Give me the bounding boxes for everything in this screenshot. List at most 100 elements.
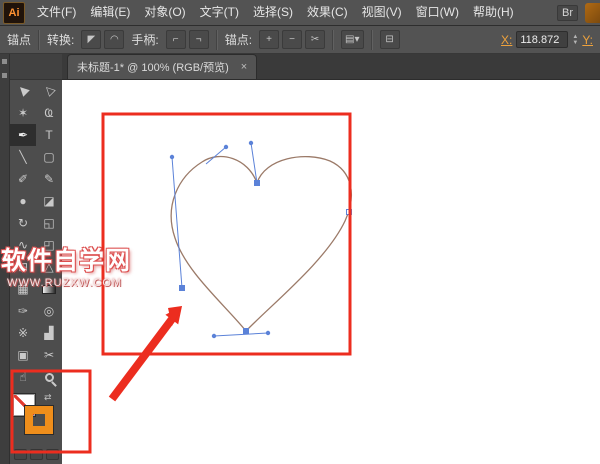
direct-selection-tool-icon: ▷	[40, 82, 58, 100]
menu-object[interactable]: 对象(O)	[137, 0, 192, 25]
mesh-tool[interactable]: ▦	[10, 278, 36, 300]
cs-live-icon[interactable]	[585, 2, 600, 23]
rotate-tool[interactable]: ↻	[10, 212, 36, 234]
dock-collapse-icon[interactable]	[2, 59, 7, 64]
shape-builder-tool[interactable]: ⊞	[10, 256, 36, 278]
line-segment-tool[interactable]: ╲	[10, 146, 36, 168]
free-transform-tool[interactable]: ◰	[36, 234, 62, 256]
canvas[interactable]	[62, 80, 600, 464]
spinner-down-icon[interactable]: ▼	[572, 40, 578, 46]
gradient-tool-icon	[42, 284, 56, 294]
menu-effect[interactable]: 效果(C)	[300, 0, 355, 25]
remove-anchor-button[interactable]: −	[282, 30, 303, 49]
draw-behind-button[interactable]	[30, 449, 43, 460]
paintbrush-tool[interactable]: ✐	[10, 168, 36, 190]
swap-colors-icon[interactable]: ⇄	[44, 392, 52, 403]
direct-selection-tool[interactable]: ▷	[36, 80, 62, 102]
tools-panel-header[interactable]	[10, 54, 62, 80]
width-tool-icon: ∿	[17, 238, 29, 252]
type-tool-icon: T	[45, 128, 53, 142]
menubar-right: Br	[557, 2, 600, 23]
handles-label: 手柄:	[131, 33, 159, 47]
dock-strip	[0, 54, 10, 464]
x-input[interactable]: 118.872	[516, 31, 569, 48]
scale-tool[interactable]: ◱	[36, 212, 62, 234]
width-tool[interactable]: ∿	[10, 234, 36, 256]
menu-type[interactable]: 文字(T)	[193, 0, 246, 25]
zoom-tool[interactable]	[36, 366, 62, 388]
type-tool[interactable]: T	[36, 124, 62, 146]
y-label[interactable]: Y:	[582, 33, 593, 47]
magic-wand-tool-icon: ✶	[17, 106, 29, 120]
slice-tool[interactable]: ✂	[36, 344, 62, 366]
dock-collapse-icon[interactable]	[2, 73, 7, 78]
selection-tool-icon: ▶	[14, 82, 32, 100]
menu-select[interactable]: 选择(S)	[246, 0, 300, 25]
perspective-grid-tool[interactable]: △	[36, 256, 62, 278]
bridge-button[interactable]: Br	[557, 4, 578, 21]
menu-edit[interactable]: 编辑(E)	[83, 0, 137, 25]
left-column: ▶ ▷ ✶ Ҩ ✒ T ╲ ▢ ✐ ✎ ● ◪ ↻ ◱ ∿ ◰ ⊞ △ ▦ ✑ ◎ ※ ▟ ▣ ✂ ☝ ⇄	[0, 54, 62, 464]
convert-corner-button[interactable]: ◤	[81, 30, 102, 49]
x-spinner[interactable]: ▲ ▼	[572, 34, 578, 46]
column-graph-tool[interactable]: ▟	[36, 322, 62, 344]
blend-tool[interactable]: ◎	[36, 300, 62, 322]
symbol-sprayer-tool[interactable]: ※	[10, 322, 36, 344]
blob-brush-tool[interactable]: ●	[10, 190, 36, 212]
tools-panel: ▶ ▷ ✶ Ҩ ✒ T ╲ ▢ ✐ ✎ ● ◪ ↻ ◱ ∿ ◰ ⊞ △ ▦ ✑ ◎ ※ ▟ ▣ ✂ ☝ ⇄	[10, 54, 62, 464]
eraser-tool-icon: ◪	[43, 194, 55, 208]
artboard-tool[interactable]: ▣	[10, 344, 36, 366]
scale-tool-icon: ◱	[43, 216, 55, 230]
draw-inside-button[interactable]	[46, 449, 59, 460]
gradient-tool[interactable]	[36, 278, 62, 300]
cut-path-button[interactable]: ✂	[305, 30, 326, 49]
draw-normal-button[interactable]	[14, 449, 27, 460]
width-profile-button[interactable]: ⊟	[379, 30, 400, 49]
tab-close-icon[interactable]: ×	[241, 61, 247, 73]
rectangle-tool-icon: ▢	[43, 150, 55, 164]
lasso-tool[interactable]: Ҩ	[36, 102, 62, 124]
add-anchor-button[interactable]: +	[259, 30, 280, 49]
menu-view[interactable]: 视图(V)	[355, 0, 409, 25]
hide-handles-button[interactable]: ¬	[188, 30, 209, 49]
stroke-color-swatch[interactable]	[24, 405, 54, 435]
blob-brush-tool-icon: ●	[19, 194, 27, 208]
coordinates-group: X: 118.872 ▲ ▼ Y:	[501, 31, 593, 48]
slice-tool-icon: ✂	[43, 348, 55, 362]
convert-smooth-button[interactable]: ◠	[104, 30, 125, 49]
menu-window[interactable]: 窗口(W)	[409, 0, 466, 25]
pen-tool[interactable]: ✒	[10, 124, 36, 146]
menu-help[interactable]: 帮助(H)	[466, 0, 521, 25]
blend-tool-icon: ◎	[43, 304, 55, 318]
hand-tool[interactable]: ☝	[10, 366, 36, 388]
eraser-tool[interactable]: ◪	[36, 190, 62, 212]
eyedropper-tool-icon: ✑	[17, 304, 29, 318]
illustrator-window: Ai 文件(F) 编辑(E) 对象(O) 文字(T) 选择(S) 效果(C) 视图(V) 窗口…	[0, 0, 600, 464]
convert-label: 转换:	[47, 33, 75, 47]
draw-modes	[10, 444, 62, 460]
selection-tool[interactable]: ▶	[10, 80, 36, 102]
menubar-items: 文件(F) 编辑(E) 对象(O) 文字(T) 选择(S) 效果(C) 视图(V) 窗口(W)…	[30, 0, 521, 25]
control-panel-title: 锚点	[7, 33, 32, 47]
rectangle-tool[interactable]: ▢	[36, 146, 62, 168]
document-tab[interactable]: 未标题-1* @ 100% (RGB/预览) ×	[67, 54, 258, 79]
menu-file[interactable]: 文件(F)	[30, 0, 83, 25]
paintbrush-tool-icon: ✐	[17, 172, 29, 186]
eyedropper-tool[interactable]: ✑	[10, 300, 36, 322]
show-handles-button[interactable]: ⌐	[165, 30, 186, 49]
pen-tool-icon: ✒	[17, 128, 29, 142]
lasso-tool-icon: Ҩ	[44, 106, 54, 120]
shape-builder-tool-icon: ⊞	[17, 260, 29, 274]
x-label[interactable]: X:	[501, 33, 512, 47]
mesh-tool-icon: ▦	[17, 282, 29, 296]
handles-group: ⌐ ¬	[165, 30, 209, 49]
document-setup-menu-button[interactable]: ▤▾	[341, 30, 364, 49]
control-panel: 锚点 转换: ◤ ◠ 手柄: ⌐ ¬ 锚点: + − ✂ ▤▾ ⊟ X: 118…	[0, 26, 600, 54]
free-transform-tool-icon: ◰	[43, 238, 55, 252]
zoom-tool-icon	[44, 372, 54, 382]
pencil-tool[interactable]: ✎	[36, 168, 62, 190]
column-graph-tool-icon: ▟	[44, 326, 54, 340]
toolbar-grid: ▶ ▷ ✶ Ҩ ✒ T ╲ ▢ ✐ ✎ ● ◪ ↻ ◱ ∿ ◰ ⊞ △ ▦ ✑ ◎ ※ ▟ ▣ ✂ ☝	[10, 80, 62, 388]
separator	[38, 29, 41, 50]
magic-wand-tool[interactable]: ✶	[10, 102, 36, 124]
